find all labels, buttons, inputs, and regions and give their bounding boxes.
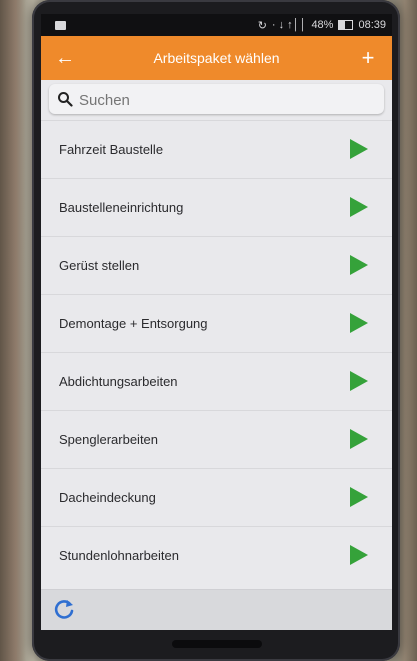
search-input[interactable] (77, 84, 381, 116)
list-item-label: Gerüst stellen (59, 258, 140, 273)
play-icon[interactable] (348, 137, 370, 161)
play-icon[interactable] (348, 485, 370, 509)
list-item-label: Spenglerarbeiten (59, 432, 159, 447)
list-item[interactable]: Abdichtungsarbeiten (41, 352, 392, 410)
notification-icon (55, 20, 66, 30)
list-item[interactable]: Demontage + Entsorgung (41, 294, 392, 352)
play-icon[interactable] (348, 543, 370, 567)
work-package-list: Fahrzeit Baustelle Baustelleneinrichtung… (41, 120, 392, 584)
list-item[interactable]: Spenglerarbeiten (41, 410, 392, 468)
list-item-label: Abdichtungsarbeiten (59, 374, 178, 389)
list-item-label: Demontage + Entsorgung (59, 316, 208, 331)
search-bar[interactable] (49, 84, 384, 116)
page-title: Arbeitspaket wählen (153, 50, 280, 66)
app-screen: ↻ · ↓ ↑││ 48% 08:39 ← Arbeitspaket wähle… (41, 14, 392, 630)
play-icon[interactable] (348, 195, 370, 219)
refresh-icon[interactable] (53, 598, 75, 620)
search-icon (58, 92, 73, 107)
signal-icon: · ↓ ↑││ (271, 19, 307, 31)
list-item-label: Dacheindeckung (59, 490, 156, 505)
play-icon[interactable] (348, 369, 370, 393)
sync-icon: ↻ (257, 19, 267, 32)
list-item[interactable]: Stundenlohnarbeiten (41, 526, 392, 584)
status-right: ↻ · ↓ ↑││ 48% 08:39 (258, 19, 386, 32)
list-item-label: Baustelleneinrichtung (59, 200, 184, 215)
background-hand-left (0, 0, 26, 661)
battery-percent: 48% (311, 19, 334, 31)
add-button[interactable]: + (354, 44, 382, 72)
clock-time: 08:39 (358, 19, 386, 31)
app-bar: ← Arbeitspaket wählen + (41, 36, 392, 80)
home-indicator (172, 640, 262, 648)
battery-icon (338, 20, 354, 30)
list-item-label: Fahrzeit Baustelle (59, 142, 164, 157)
play-icon[interactable] (348, 311, 370, 335)
list-item-label: Stundenlohnarbeiten (59, 548, 179, 563)
bottom-toolbar (41, 589, 392, 630)
list-item[interactable]: Fahrzeit Baustelle (41, 120, 392, 178)
list-item[interactable]: Dacheindeckung (41, 468, 392, 526)
play-icon[interactable] (348, 253, 370, 277)
plus-icon: + (361, 45, 375, 70)
play-icon[interactable] (348, 427, 370, 451)
list-item[interactable]: Baustelleneinrichtung (41, 178, 392, 236)
status-bar: ↻ · ↓ ↑││ 48% 08:39 (41, 14, 392, 36)
list-item[interactable]: Gerüst stellen (41, 236, 392, 294)
